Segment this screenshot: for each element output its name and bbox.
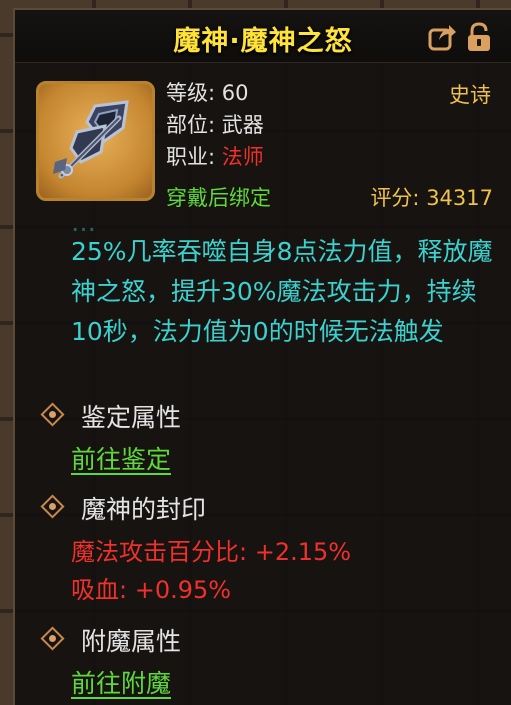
share-icon[interactable] [427,22,457,52]
stat-magic-attack: 魔法攻击百分比: +2.15% [71,538,352,566]
tooltip-header: 魔神·魔神之怒 [15,10,511,63]
item-tooltip-panel: 魔神·魔神之怒 等级: 60 部位: 武器 职业: 法师 史诗 穿戴后绑定 评分… [13,8,511,705]
diamond-bullet-icon [40,402,65,427]
item-icon-frame [36,81,155,201]
section-seal-title: 魔神的封印 [81,495,207,524]
item-level: 等级: 60 [166,81,249,105]
description-clipped-line: … [71,208,96,234]
diamond-bullet-icon [40,626,65,651]
stat-lifesteal: 吸血: +0.95% [71,576,232,604]
goto-enchant-link[interactable]: 前往附魔 [71,664,171,700]
goto-identify-link[interactable]: 前往鉴定 [71,440,171,476]
lock-icon[interactable] [464,22,494,52]
section-enchant-title: 附魔属性 [81,627,182,656]
item-class-label: 职业: [166,145,222,169]
item-rarity: 史诗 [449,83,491,107]
item-class-value: 法师 [221,145,264,169]
weapon-icon [53,100,129,179]
item-class: 职业: 法师 [166,144,264,170]
item-description: 25%几率吞噬自身8点法力值，释放魔神之怒，提升30%魔法攻击力，持续10秒，法… [71,237,493,346]
diamond-bullet-icon [40,494,65,519]
section-identify-title: 鉴定属性 [81,403,182,432]
item-slot: 部位: 武器 [166,113,264,137]
